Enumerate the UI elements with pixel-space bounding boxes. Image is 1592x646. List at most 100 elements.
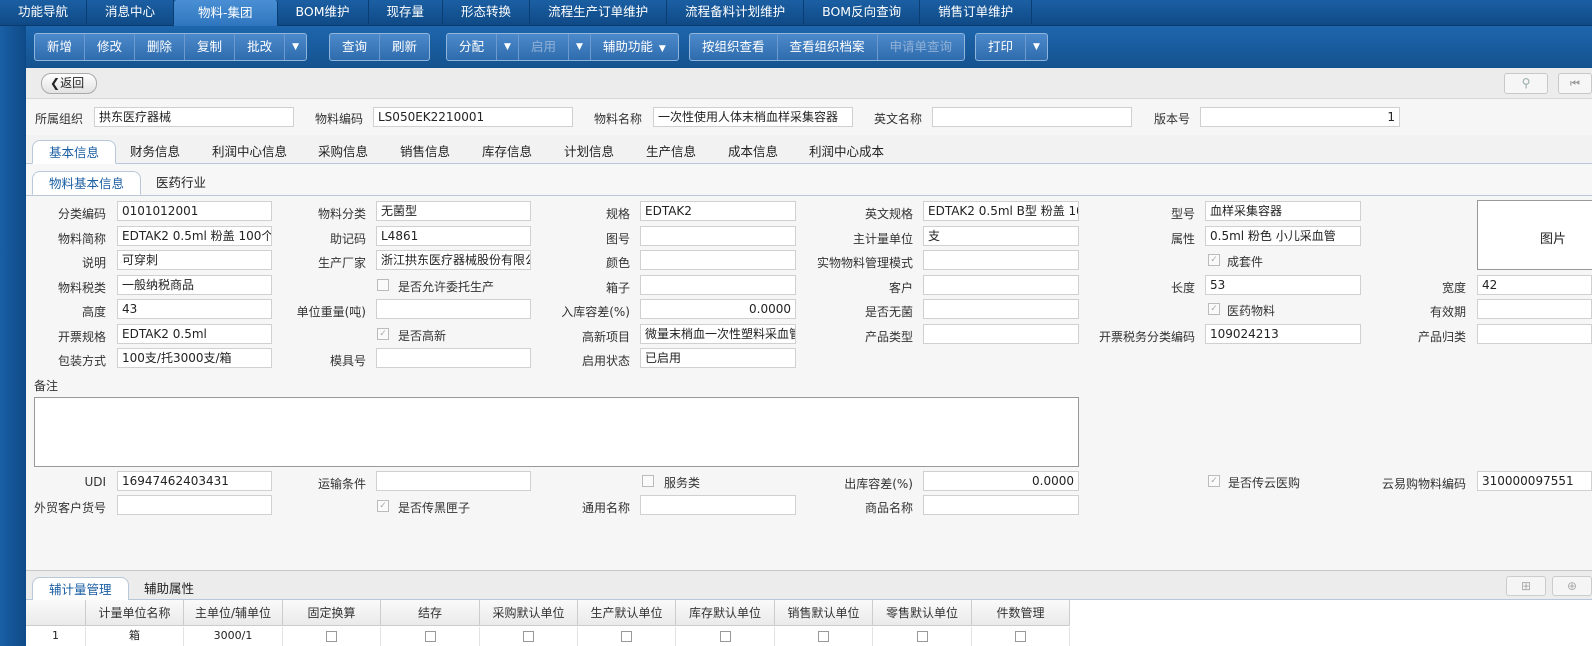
main-unit-field[interactable]: 支: [923, 226, 1079, 246]
kit-checkbox[interactable]: ✓: [1208, 254, 1220, 266]
drawing-field[interactable]: [640, 226, 796, 246]
first-record-button[interactable]: ⏮: [1558, 73, 1592, 94]
remark-textarea[interactable]: [34, 397, 1079, 467]
length-field[interactable]: 53: [1205, 275, 1361, 295]
nav-process-plan[interactable]: 流程备料计划维护: [667, 0, 805, 24]
row-balance-checkbox[interactable]: [424, 630, 436, 642]
product-owner-field[interactable]: [1477, 324, 1592, 344]
nav-material-group[interactable]: 物料-集团: [174, 0, 278, 26]
tab-sales-info[interactable]: 销售信息: [390, 140, 460, 164]
invoice-spec-field[interactable]: EDTAK2 0.5ml: [117, 324, 272, 344]
add-button[interactable]: 新增: [35, 34, 86, 60]
tab-finance-info[interactable]: 财务信息: [120, 140, 190, 164]
color-field[interactable]: [640, 250, 796, 270]
nav-bom-reverse[interactable]: BOM反向查询: [804, 0, 921, 24]
batch-edit-dropdown-icon[interactable]: ▼: [285, 34, 306, 60]
tab-basic-info[interactable]: 基本信息: [32, 140, 117, 164]
tab-stock-info[interactable]: 库存信息: [472, 140, 542, 164]
tab-medical-industry[interactable]: 医药行业: [146, 171, 216, 195]
edit-button[interactable]: 修改: [85, 34, 136, 60]
invoice-tax-code-field[interactable]: 109024213: [1205, 324, 1361, 344]
product-type-field[interactable]: [923, 324, 1079, 344]
row-ratio[interactable]: 3000/1: [184, 627, 283, 646]
assist-function-button[interactable]: 辅助功能 ▼: [591, 34, 678, 60]
view-by-org-button[interactable]: 按组织查看: [690, 34, 778, 60]
physical-mode-field[interactable]: [923, 250, 1079, 270]
nav-process-order[interactable]: 流程生产订单维护: [530, 0, 668, 24]
height-field[interactable]: 43: [117, 299, 272, 319]
foreign-field[interactable]: [117, 495, 272, 515]
tab-cost-info[interactable]: 成本信息: [718, 140, 788, 164]
refresh-button[interactable]: 刷新: [380, 34, 429, 60]
assign-dropdown-icon[interactable]: ▼: [497, 34, 519, 60]
assign-button[interactable]: 分配: [447, 34, 498, 60]
view-org-file-button[interactable]: 查看组织档案: [778, 34, 878, 60]
sterile-field[interactable]: [923, 299, 1079, 319]
table-row[interactable]: 1 箱 3000/1: [26, 627, 1070, 646]
nav-message-center[interactable]: 消息中心: [87, 0, 175, 24]
row-unit-name[interactable]: 箱: [86, 627, 184, 646]
delete-button[interactable]: 删除: [135, 34, 186, 60]
row-production-checkbox[interactable]: [621, 630, 632, 642]
name-field[interactable]: 一次性使用人体末梢血样采集容器: [653, 107, 853, 127]
material-class-field[interactable]: 无菌型: [376, 201, 531, 221]
hightech-item-field[interactable]: 微量末梢血一次性塑料采血管: [640, 324, 796, 344]
mold-field[interactable]: [376, 348, 531, 368]
tab-profit-center-info[interactable]: 利润中心信息: [202, 140, 297, 164]
customer-field[interactable]: [923, 275, 1079, 295]
allow-outsource-checkbox[interactable]: [377, 279, 389, 291]
unit-weight-field[interactable]: [376, 299, 531, 319]
cloud-checkbox[interactable]: ✓: [1208, 475, 1220, 487]
transport-field[interactable]: [376, 471, 531, 491]
image-box[interactable]: 图片: [1477, 200, 1592, 270]
tax-class-field[interactable]: 一般纳税商品: [117, 275, 272, 295]
udi-field[interactable]: 16947462403431: [117, 471, 272, 491]
blackbox-checkbox[interactable]: ✓: [377, 500, 389, 512]
status-field[interactable]: 已启用: [640, 348, 796, 368]
tab-production-info[interactable]: 生产信息: [636, 140, 706, 164]
nav-stock[interactable]: 现存量: [369, 0, 444, 24]
mnemonic-field[interactable]: L4861: [376, 226, 531, 246]
tab-aux-unit[interactable]: 辅计量管理: [32, 577, 129, 601]
row-purchase-checkbox[interactable]: [523, 630, 534, 642]
en-spec-field[interactable]: EDTAK2 0.5ml B型 粉盖 100: [923, 201, 1079, 221]
short-name-field[interactable]: EDTAK2 0.5ml 粉盖 100个/盒: [117, 226, 272, 246]
desc-field[interactable]: 可穿刺: [117, 250, 272, 270]
hightech-checkbox[interactable]: ✓: [377, 328, 389, 340]
tab-profit-center-cost[interactable]: 利润中心成本: [799, 140, 894, 164]
attachment-button[interactable]: ⚲: [1504, 73, 1548, 94]
insert-row-icon[interactable]: ⊕: [1552, 576, 1592, 596]
batch-edit-button[interactable]: 批改: [235, 34, 286, 60]
tab-purchase-info[interactable]: 采购信息: [308, 140, 378, 164]
print-dropdown-icon[interactable]: ▼: [1026, 34, 1047, 60]
attr-field[interactable]: 0.5ml 粉色 小儿采血管: [1205, 226, 1361, 246]
en-name-field[interactable]: [932, 107, 1132, 127]
row-piece-checkbox[interactable]: [1015, 630, 1026, 642]
box-field[interactable]: [640, 275, 796, 295]
cloud-code-field[interactable]: 310000097551: [1477, 471, 1592, 491]
row-retail-checkbox[interactable]: [916, 630, 928, 642]
tab-aux-attr[interactable]: 辅助属性: [134, 577, 204, 601]
category-code-field[interactable]: 0101012001: [117, 201, 272, 221]
goods-name-field[interactable]: [923, 495, 1079, 515]
org-field[interactable]: 拱东医疗器械: [94, 107, 294, 127]
package-field[interactable]: 100支/托3000支/箱: [117, 348, 272, 368]
request-query-button[interactable]: 申请单查询: [878, 34, 965, 60]
version-field[interactable]: 1: [1200, 107, 1400, 127]
code-field[interactable]: LS050EK2210001: [373, 107, 573, 127]
nav-function-guide[interactable]: 功能导航: [0, 0, 88, 24]
enable-button[interactable]: 启用: [519, 34, 569, 60]
row-fixed-checkbox[interactable]: [326, 630, 337, 642]
spec-field[interactable]: EDTAK2: [640, 201, 796, 221]
back-button[interactable]: ❮返回: [41, 73, 98, 94]
tab-plan-info[interactable]: 计划信息: [554, 140, 624, 164]
in-tolerance-field[interactable]: 0.0000: [640, 299, 796, 319]
nav-form-convert[interactable]: 形态转换: [443, 0, 531, 24]
add-row-icon[interactable]: ⊞: [1506, 576, 1546, 596]
nav-sales-order[interactable]: 销售订单维护: [920, 0, 1033, 24]
row-stock-checkbox[interactable]: [719, 630, 731, 642]
tab-material-basic[interactable]: 物料基本信息: [32, 171, 142, 195]
maker-field[interactable]: 浙江拱东医疗器械股份有限公司: [376, 250, 531, 270]
out-tolerance-field[interactable]: 0.0000: [923, 471, 1079, 491]
model-field[interactable]: 血样采集容器: [1205, 201, 1361, 221]
